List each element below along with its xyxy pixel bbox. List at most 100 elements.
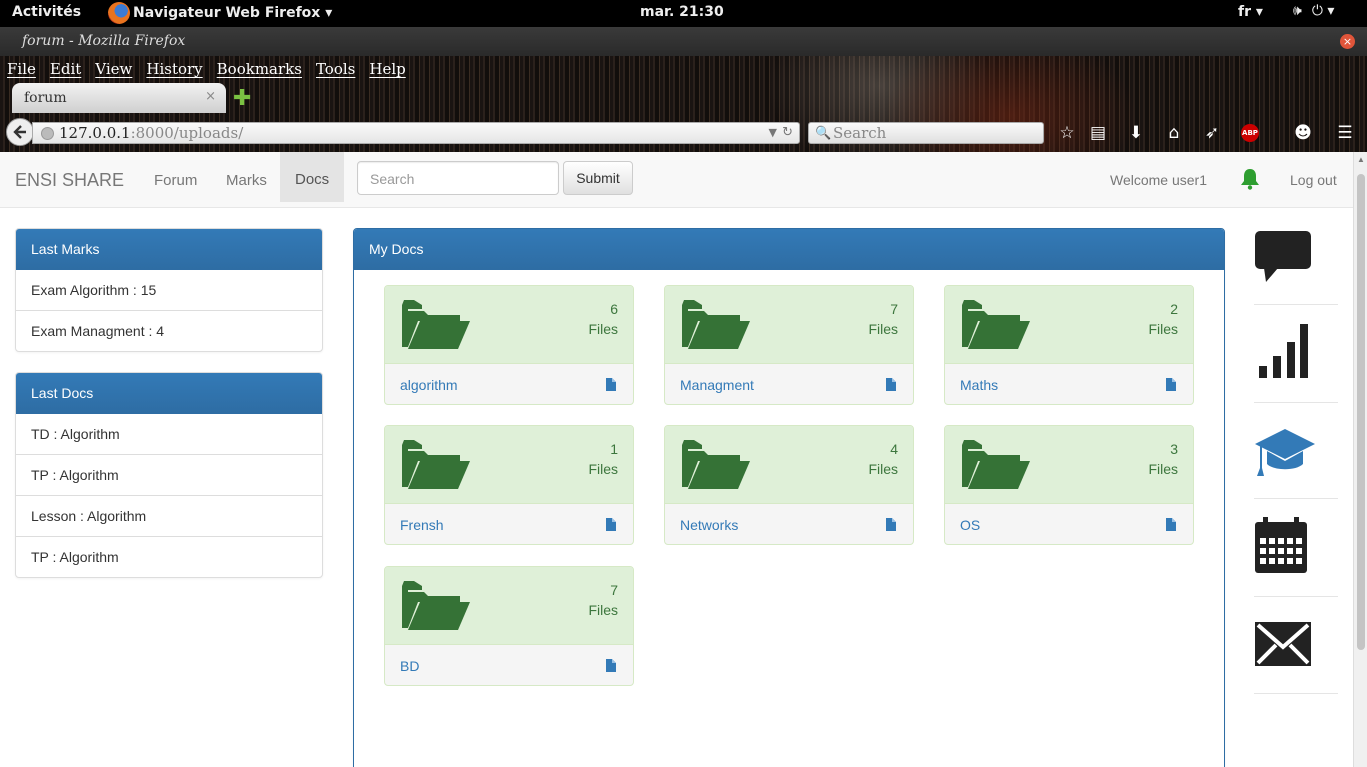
folder-card[interactable]: 2 Files Maths	[944, 285, 1194, 405]
folder-open-icon	[682, 440, 750, 489]
folder-card[interactable]: 3 Files OS	[944, 425, 1194, 545]
back-button[interactable]	[6, 118, 34, 146]
adblock-icon[interactable]: ABP	[1241, 124, 1259, 142]
folder-card[interactable]: 7 Files Managment	[664, 285, 914, 405]
folder-card-header: 1 Files	[385, 426, 633, 504]
list-item[interactable]: TP : Algorithm	[16, 455, 322, 496]
welcome-text: Welcome user1	[1110, 172, 1208, 188]
site-brand[interactable]: ENSI SHARE	[15, 170, 124, 191]
system-menu[interactable]: 🕪 ⏻ ▾	[1293, 3, 1334, 19]
site-search-input[interactable]: Search	[357, 161, 559, 195]
site-navbar: ENSI SHARE Forum Marks Docs Search Submi…	[0, 152, 1353, 208]
list-item[interactable]: Exam Algorithm : 15	[16, 270, 322, 311]
stats-icon[interactable]	[1254, 322, 1310, 380]
browser-search-box[interactable]: 🔍 Search	[808, 122, 1044, 144]
file-count-number: 6	[610, 301, 618, 317]
envelope-icon[interactable]	[1254, 621, 1312, 667]
folder-name-link[interactable]: Frensh	[400, 517, 444, 533]
file-icon[interactable]	[606, 518, 616, 531]
logout-link[interactable]: Log out	[1290, 172, 1337, 188]
file-icon[interactable]	[1166, 378, 1176, 391]
file-icon[interactable]	[886, 378, 896, 391]
menu-bookmarks[interactable]: Bookmarks	[210, 56, 309, 82]
new-tab-icon[interactable]: ✚	[233, 86, 251, 111]
window-title-bar: forum - Mozilla Firefox ×	[0, 27, 1367, 56]
reading-list-icon[interactable]: ▤	[1086, 121, 1110, 145]
file-count-unit: Files	[868, 321, 898, 337]
web-page: ENSI SHARE Forum Marks Docs Search Submi…	[0, 152, 1353, 767]
url-bar[interactable]: 127.0.0.1:8000/uploads/ ▼ ↻	[32, 122, 800, 144]
page-scrollbar[interactable]: ▲	[1353, 152, 1367, 767]
file-count-unit: Files	[588, 602, 618, 618]
menu-history[interactable]: History	[139, 56, 209, 82]
window-close-button[interactable]: ×	[1340, 34, 1355, 49]
browser-chrome: File Edit View History Bookmarks Tools H…	[0, 56, 1367, 152]
nav-marks[interactable]: Marks	[226, 172, 267, 189]
folder-card[interactable]: 4 Files Networks	[664, 425, 914, 545]
last-marks-panel: Last Marks Exam Algorithm : 15 Exam Mana…	[15, 228, 323, 352]
file-count-number: 1	[610, 441, 618, 457]
app-menu-label: Navigateur Web Firefox ▾	[133, 5, 333, 21]
volume-icon: 🕪	[1293, 3, 1302, 19]
folder-open-icon	[682, 300, 750, 349]
url-dropdown-icon[interactable]: ▼	[769, 123, 777, 143]
smiley-icon[interactable]: ☻	[1291, 121, 1315, 145]
folder-name-link[interactable]: algorithm	[400, 377, 458, 393]
nav-docs[interactable]: Docs	[280, 152, 345, 202]
send-icon[interactable]: ➶	[1200, 121, 1224, 145]
menu-edit[interactable]: Edit	[43, 56, 88, 82]
bookmark-star-icon[interactable]: ☆	[1055, 121, 1079, 145]
divider	[1254, 693, 1338, 694]
menu-view[interactable]: View	[88, 56, 139, 82]
list-item[interactable]: Lesson : Algorithm	[16, 496, 322, 537]
activities-button[interactable]: Activités	[12, 4, 81, 20]
menu-file[interactable]: File	[0, 56, 43, 82]
file-icon[interactable]	[1166, 518, 1176, 531]
folder-card[interactable]: 7 Files BD	[384, 566, 634, 686]
graduation-cap-icon[interactable]	[1254, 426, 1316, 478]
hamburger-menu-icon[interactable]: ☰	[1333, 121, 1357, 145]
file-icon[interactable]	[606, 378, 616, 391]
file-icon[interactable]	[886, 518, 896, 531]
folder-name-link[interactable]: Managment	[680, 377, 754, 393]
bell-icon[interactable]	[1240, 168, 1260, 190]
file-icon[interactable]	[606, 659, 616, 672]
reload-icon[interactable]: ↻	[782, 123, 793, 143]
nav-forum[interactable]: Forum	[154, 172, 197, 189]
menu-help[interactable]: Help	[362, 56, 412, 82]
folder-card-header: 2 Files	[945, 286, 1193, 364]
file-count: 7 Files	[868, 299, 898, 339]
folder-open-icon	[962, 300, 1030, 349]
list-item[interactable]: Exam Managment : 4	[16, 311, 322, 351]
folder-card-header: 4 Files	[665, 426, 913, 504]
folder-name-link[interactable]: BD	[400, 658, 419, 674]
folder-open-icon	[402, 300, 470, 349]
browser-tab[interactable]: forum ×	[12, 83, 226, 113]
arrow-left-icon	[13, 125, 26, 139]
folder-name-link[interactable]: Networks	[680, 517, 738, 533]
download-icon[interactable]: ⬇	[1124, 121, 1148, 145]
folder-name-link[interactable]: OS	[960, 517, 980, 533]
app-menu[interactable]: Navigateur Web Firefox ▾	[108, 2, 332, 24]
calendar-icon[interactable]	[1254, 516, 1308, 574]
scrollbar-thumb[interactable]	[1357, 174, 1365, 650]
submit-button[interactable]: Submit	[563, 161, 633, 195]
clock[interactable]: mar. 21:30	[640, 4, 724, 20]
globe-icon	[41, 127, 54, 140]
list-item[interactable]: TD : Algorithm	[16, 414, 322, 455]
language-indicator[interactable]: fr ▾	[1238, 4, 1263, 20]
window-title: forum - Mozilla Firefox	[22, 33, 186, 49]
folder-name-link[interactable]: Maths	[960, 377, 998, 393]
tab-close-icon[interactable]: ×	[205, 89, 216, 104]
folder-card[interactable]: 6 Files algorithm	[384, 285, 634, 405]
url-host: 127.0.0.1	[59, 124, 131, 142]
menu-tools[interactable]: Tools	[309, 56, 362, 82]
power-icon: ⏻ ▾	[1311, 3, 1335, 19]
file-count-unit: Files	[588, 321, 618, 337]
home-icon[interactable]: ⌂	[1162, 121, 1186, 145]
list-item[interactable]: TP : Algorithm	[16, 537, 322, 577]
scroll-up-icon[interactable]: ▲	[1357, 155, 1365, 164]
comment-icon[interactable]	[1254, 230, 1312, 282]
folder-open-icon	[402, 581, 470, 630]
folder-card[interactable]: 1 Files Frensh	[384, 425, 634, 545]
